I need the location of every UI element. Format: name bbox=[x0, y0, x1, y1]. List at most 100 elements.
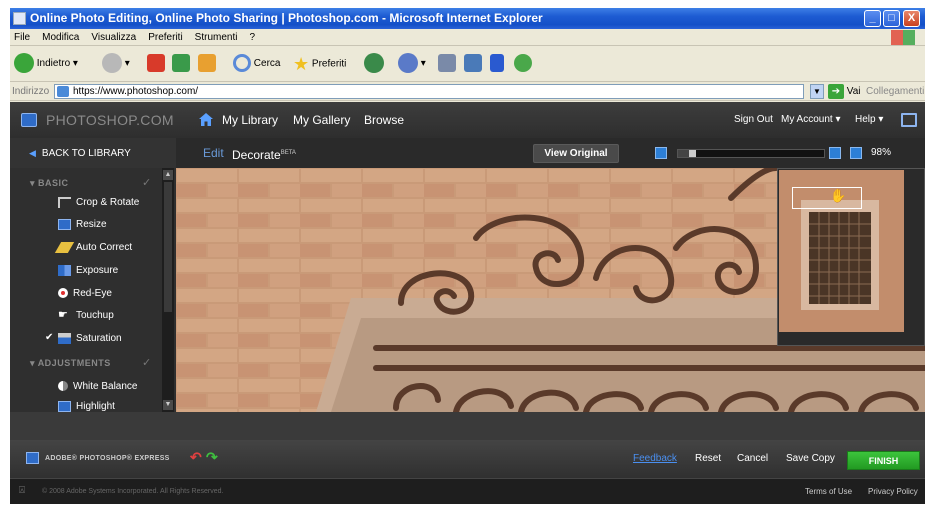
links-toolbar[interactable]: Collegamenti bbox=[866, 82, 924, 101]
express-label: ADOBE® PHOTOSHOP® EXPRESS bbox=[45, 455, 170, 462]
home-button[interactable] bbox=[198, 53, 216, 75]
action-bar: ADOBE® PHOTOSHOP® EXPRESS ↶ ↷ Feedback R… bbox=[10, 440, 925, 478]
forward-button[interactable]: ▾ bbox=[102, 53, 130, 75]
tab-decorate[interactable]: DecorateBETA bbox=[232, 138, 296, 170]
zoom-out-icon[interactable] bbox=[655, 147, 667, 159]
navigator-thumbnail: ✋ bbox=[779, 170, 904, 332]
messenger-button[interactable] bbox=[514, 53, 532, 75]
nav-my-library[interactable]: My Library bbox=[222, 102, 278, 138]
print-icon bbox=[438, 54, 456, 73]
stop-button[interactable] bbox=[147, 53, 165, 75]
my-account-menu[interactable]: My Account ▾ bbox=[781, 102, 841, 138]
hand-icon: ☛ bbox=[58, 308, 68, 321]
fullscreen-icon[interactable] bbox=[901, 113, 917, 127]
back-arrow-icon: ◀ bbox=[29, 148, 36, 158]
beta-badge: BETA bbox=[280, 150, 296, 156]
page-icon bbox=[57, 86, 69, 97]
back-label: Indietro bbox=[36, 58, 71, 69]
mail-icon bbox=[398, 53, 418, 74]
menu-modifica[interactable]: Modifica bbox=[42, 32, 79, 43]
photoshop-logo-icon bbox=[21, 113, 37, 127]
star-icon: ★ bbox=[293, 54, 310, 74]
maximize-button[interactable]: □ bbox=[883, 10, 900, 27]
photoshop-app: PHOTOSHOP.COM My Library My Gallery Brow… bbox=[10, 102, 925, 504]
navigator-viewport[interactable] bbox=[792, 187, 862, 209]
print-button[interactable] bbox=[438, 53, 456, 75]
menu-visualizza[interactable]: Visualizza bbox=[91, 32, 136, 43]
window-title: Online Photo Editing, Online Photo Shari… bbox=[30, 11, 543, 25]
zoom-in-icon[interactable] bbox=[829, 147, 841, 159]
tool-resize[interactable]: Resize bbox=[58, 216, 107, 234]
crop-icon bbox=[58, 196, 71, 208]
search-button[interactable]: Cerca bbox=[233, 53, 280, 75]
refresh-button[interactable] bbox=[172, 53, 190, 75]
scroll-up-icon[interactable]: ▲ bbox=[163, 170, 173, 180]
go-arrow-icon: ➔ bbox=[828, 83, 844, 99]
history-button[interactable] bbox=[364, 53, 384, 75]
brand-name[interactable]: PHOTOSHOP.COM bbox=[46, 102, 174, 138]
terms-link[interactable]: Terms of Use bbox=[805, 479, 852, 505]
tools-scrollbar[interactable]: ▲ ▼ bbox=[162, 168, 174, 412]
home-icon[interactable] bbox=[199, 113, 213, 126]
feedback-link[interactable]: Feedback bbox=[633, 440, 677, 478]
back-button[interactable]: Indietro ▾ bbox=[14, 53, 78, 75]
photoshop-express-logo-icon bbox=[26, 452, 39, 464]
save-copy-button[interactable]: Save Copy bbox=[786, 440, 835, 478]
close-button[interactable]: X bbox=[903, 10, 920, 27]
tool-exposure[interactable]: Exposure bbox=[58, 262, 118, 280]
favorites-button[interactable]: ★ Preferiti bbox=[293, 53, 346, 75]
back-to-library-button[interactable]: ◀ BACK TO LIBRARY bbox=[10, 138, 176, 168]
tool-white-balance[interactable]: White Balance bbox=[58, 378, 137, 396]
tool-label: White Balance bbox=[73, 381, 138, 392]
app-header: PHOTOSHOP.COM My Library My Gallery Brow… bbox=[10, 102, 925, 138]
menu-strumenti[interactable]: Strumenti bbox=[195, 32, 238, 43]
url-dropdown-button[interactable]: ▼ bbox=[810, 84, 824, 99]
mail-button[interactable]: ▾ bbox=[398, 53, 426, 75]
menu-help[interactable]: ? bbox=[249, 32, 255, 43]
tool-touchup[interactable]: ☛ Touchup bbox=[58, 307, 114, 325]
scroll-thumb[interactable] bbox=[164, 182, 172, 312]
edit-page-button[interactable] bbox=[464, 53, 482, 75]
zoom-slider[interactable] bbox=[677, 149, 825, 158]
tool-auto-correct[interactable]: Auto Correct bbox=[54, 239, 132, 257]
messenger-icon bbox=[514, 54, 532, 73]
menu-bar: File Modifica Visualizza Preferiti Strumenti… bbox=[10, 29, 925, 46]
sign-out-link[interactable]: Sign Out bbox=[734, 102, 773, 138]
tool-red-eye[interactable]: Red-Eye bbox=[58, 285, 112, 303]
reset-button[interactable]: Reset bbox=[695, 440, 721, 478]
help-menu[interactable]: Help ▾ bbox=[855, 102, 883, 138]
section-adjustments[interactable]: ▾ ADJUSTMENTS bbox=[30, 358, 111, 369]
privacy-link[interactable]: Privacy Policy bbox=[868, 479, 918, 505]
finish-button[interactable]: FINISH bbox=[847, 451, 920, 470]
minimize-button[interactable]: _ bbox=[864, 10, 881, 27]
tool-saturation[interactable]: Saturation bbox=[58, 330, 122, 348]
address-label: Indirizzo bbox=[12, 86, 50, 97]
forward-arrow-icon bbox=[102, 53, 122, 74]
scroll-down-icon[interactable]: ▼ bbox=[163, 400, 173, 410]
zoom-slider-thumb[interactable] bbox=[689, 150, 696, 157]
redo-icon[interactable]: ↷ bbox=[206, 449, 218, 466]
bluetooth-button[interactable] bbox=[490, 53, 504, 75]
bluetooth-icon bbox=[490, 54, 504, 73]
navigator-panel[interactable]: ✋ bbox=[777, 168, 925, 346]
tab-edit[interactable]: Edit bbox=[203, 138, 224, 168]
section-basic[interactable]: ▾ BASIC bbox=[30, 178, 69, 189]
cancel-button[interactable]: Cancel bbox=[737, 440, 768, 478]
menu-preferiti[interactable]: Preferiti bbox=[148, 32, 182, 43]
tool-highlight[interactable]: Highlight bbox=[58, 398, 115, 412]
tool-label: Exposure bbox=[76, 265, 119, 276]
nav-browse[interactable]: Browse bbox=[364, 102, 404, 138]
undo-icon[interactable]: ↶ bbox=[190, 449, 202, 466]
url-input[interactable]: https://www.photoshop.com/ bbox=[54, 84, 804, 99]
refresh-icon bbox=[172, 54, 190, 73]
go-button[interactable]: ➔ Vai bbox=[828, 83, 861, 100]
search-icon bbox=[233, 54, 251, 73]
tool-label: Saturation bbox=[76, 333, 122, 344]
view-original-button[interactable]: View Original bbox=[533, 144, 619, 163]
section-check-icon: ✓ bbox=[142, 177, 152, 189]
nav-my-gallery[interactable]: My Gallery bbox=[293, 102, 350, 138]
menu-file[interactable]: File bbox=[14, 32, 30, 43]
tool-crop-rotate[interactable]: Crop & Rotate bbox=[58, 194, 139, 212]
zoom-fit-icon[interactable] bbox=[850, 147, 862, 159]
photo-canvas[interactable]: ✋ bbox=[176, 168, 925, 412]
